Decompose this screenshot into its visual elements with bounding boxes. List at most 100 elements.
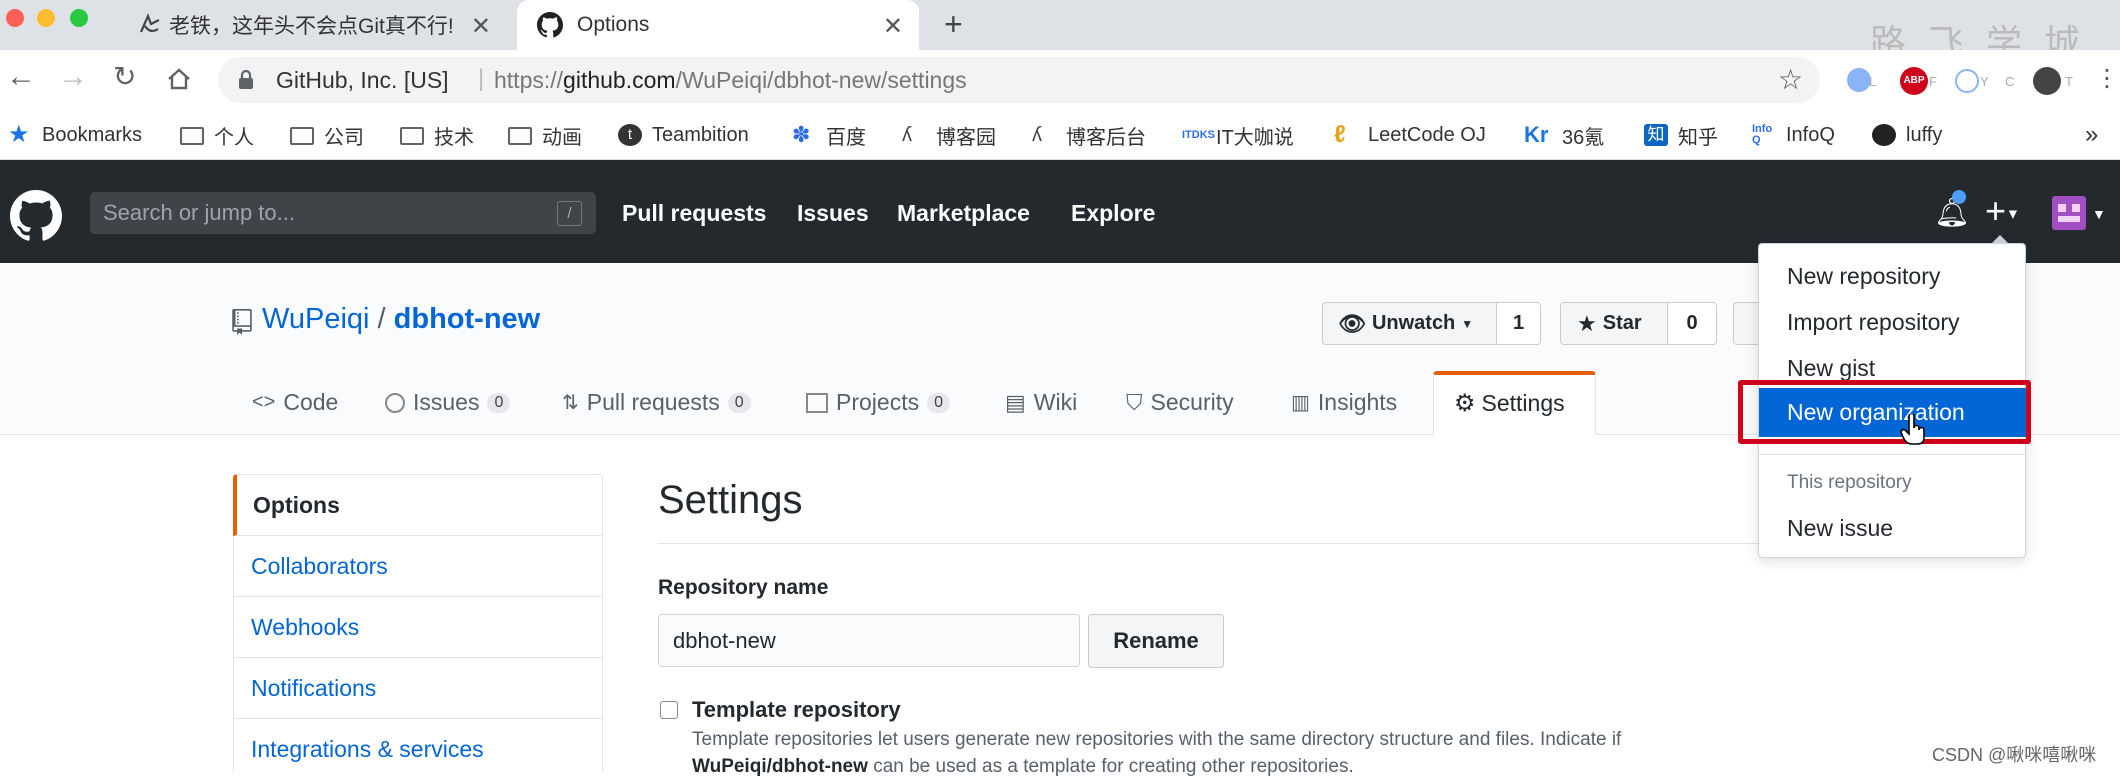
bookmark-item[interactable]: t Teambition bbox=[618, 110, 749, 160]
reload-icon[interactable]: ↻ bbox=[113, 62, 136, 92]
search-shortcut-hint: / bbox=[557, 201, 582, 226]
unwatch-button[interactable]: 👁︎ Unwatch ▼ bbox=[1322, 302, 1497, 345]
bookmark-folder[interactable]: 个人 bbox=[180, 110, 254, 160]
tab-code[interactable]: <> Code bbox=[252, 389, 338, 416]
baidu-paw-icon: ✽ bbox=[792, 122, 811, 147]
nav-issues[interactable]: Issues bbox=[797, 200, 869, 227]
menu-new-issue[interactable]: New issue bbox=[1787, 515, 1893, 542]
bookmark-item[interactable]: 知知乎 bbox=[1644, 110, 1718, 160]
close-window-icon[interactable] bbox=[6, 9, 24, 27]
bookmark-item[interactable]: ★ Bookmarks bbox=[8, 110, 142, 160]
home-icon[interactable] bbox=[166, 66, 192, 92]
issue-icon bbox=[385, 392, 405, 413]
star-count[interactable]: 0 bbox=[1667, 302, 1717, 345]
github-icon bbox=[537, 12, 563, 38]
tab-pull-requests[interactable]: ⇅ Pull requests 0 bbox=[562, 389, 751, 416]
tab-wiki[interactable]: ▤ Wiki bbox=[1005, 389, 1077, 416]
nav-explore[interactable]: Explore bbox=[1071, 200, 1155, 227]
maximize-window-icon[interactable] bbox=[70, 9, 88, 27]
bookmark-item[interactable]: Info Q InfoQ bbox=[1752, 110, 1835, 160]
highlight-box bbox=[1738, 380, 2031, 444]
bookmarks-overflow[interactable]: » bbox=[2085, 110, 2098, 160]
template-label: Template repository bbox=[692, 697, 901, 722]
chevron-down-icon: ▼ bbox=[2006, 205, 2020, 222]
extension-icon[interactable] bbox=[1955, 69, 1979, 93]
tab-close-icon[interactable]: ✕ bbox=[471, 12, 491, 41]
cnblogs-icon: ʎ bbox=[1032, 124, 1042, 146]
forward-icon[interactable]: → bbox=[58, 62, 88, 92]
nav-pull-requests[interactable]: Pull requests bbox=[622, 200, 766, 227]
menu-new-repository[interactable]: New repository bbox=[1787, 263, 1940, 290]
tab-projects[interactable]: Projects 0 bbox=[806, 389, 950, 416]
bookmark-item[interactable]: ʎ 博客后台 bbox=[1032, 110, 1146, 160]
new-tab-icon[interactable]: + bbox=[944, 6, 963, 43]
repo-name-label: Repository name bbox=[658, 576, 829, 599]
bookmark-item[interactable]: ITDKS IT大咖说 bbox=[1182, 110, 1294, 160]
tab-insights[interactable]: ▥ Insights bbox=[1291, 389, 1397, 416]
code-icon: <> bbox=[252, 391, 276, 413]
side-menu-collaborators[interactable]: Collaborators bbox=[233, 536, 603, 597]
rename-button[interactable]: Rename bbox=[1088, 614, 1224, 668]
tab-issues[interactable]: Issues 0 bbox=[385, 389, 511, 416]
tab-settings[interactable]: ⚙ Settings bbox=[1433, 371, 1596, 435]
side-menu-webhooks[interactable]: Webhooks bbox=[233, 597, 603, 658]
bookmark-item[interactable]: luffy bbox=[1872, 110, 1942, 160]
eye-icon: 👁︎ bbox=[1338, 310, 1366, 336]
bookmark-folder[interactable]: 动画 bbox=[508, 110, 582, 160]
chrome-menu-icon[interactable]: ⋮ bbox=[2095, 64, 2119, 93]
github-logo-icon[interactable] bbox=[10, 190, 62, 242]
chevron-down-icon: ▼ bbox=[1461, 316, 1474, 331]
bookmark-folder[interactable]: 技术 bbox=[400, 110, 474, 160]
minimize-window-icon[interactable] bbox=[37, 9, 55, 27]
folder-icon bbox=[400, 127, 424, 145]
url-divider: | bbox=[478, 65, 485, 92]
bookmark-item[interactable]: Kr 36氪 bbox=[1524, 110, 1604, 160]
template-checkbox[interactable] bbox=[660, 701, 678, 719]
adblock-icon[interactable]: ABP bbox=[1900, 67, 1928, 95]
bookmarks-bar: ★ Bookmarks 个人 公司 技术 动画 t Teambition ✽ 百度 ʎ… bbox=[0, 110, 2120, 160]
infoq-icon: Info Q bbox=[1752, 123, 1773, 146]
folder-icon bbox=[290, 127, 314, 145]
avatar[interactable] bbox=[2052, 196, 2086, 230]
search-input[interactable]: Search or jump to... / bbox=[90, 192, 596, 234]
tab-title: Options bbox=[577, 13, 650, 36]
create-new-plus-icon[interactable]: +▼ bbox=[1985, 190, 2020, 232]
nav-marketplace[interactable]: Marketplace bbox=[897, 200, 1030, 227]
menu-import-repository[interactable]: Import repository bbox=[1787, 309, 1960, 336]
tab-close-icon[interactable]: ✕ bbox=[883, 12, 903, 41]
repo-owner-link[interactable]: WuPeiqi bbox=[262, 303, 369, 335]
36kr-icon: Kr bbox=[1524, 122, 1549, 147]
star-button[interactable]: ★ Star bbox=[1560, 302, 1668, 345]
side-menu-options[interactable]: Options bbox=[233, 474, 603, 536]
tab-security[interactable]: ⛉ Security bbox=[1126, 389, 1234, 416]
divider bbox=[658, 543, 1758, 544]
pull-request-icon: ⇅ bbox=[562, 392, 579, 414]
back-icon[interactable]: ← bbox=[6, 62, 36, 92]
bookmark-folder[interactable]: 公司 bbox=[290, 110, 364, 160]
cnblogs-icon: ʎ bbox=[902, 124, 912, 146]
address-bar[interactable]: GitHub, Inc. [US] | https://github.com/W… bbox=[218, 57, 1820, 103]
menu-new-gist[interactable]: New gist bbox=[1787, 355, 1875, 382]
browser-tab-active[interactable]: Options ✕ bbox=[517, 0, 919, 50]
bookmark-star-icon[interactable]: ☆ bbox=[1778, 63, 1803, 96]
bookmark-item[interactable]: ✽ 百度 bbox=[792, 110, 866, 160]
extension-icon[interactable] bbox=[1847, 68, 1871, 92]
template-description: Template repositories let users generate… bbox=[692, 729, 1622, 750]
side-menu-integrations[interactable]: Integrations & services bbox=[233, 719, 603, 772]
hand-cursor-icon bbox=[1900, 414, 1925, 445]
star-icon: ★ bbox=[1577, 310, 1597, 336]
itdks-icon: ITDKS bbox=[1182, 129, 1215, 141]
project-icon bbox=[806, 392, 828, 413]
bookmark-item[interactable]: ʎ 博客园 bbox=[902, 110, 996, 160]
repo-name-input[interactable] bbox=[658, 614, 1080, 667]
side-menu-notifications[interactable]: Notifications bbox=[233, 658, 603, 719]
browser-tab-inactive[interactable]: 老铁，这年头不会点Git真不行! ✕ bbox=[137, 0, 505, 50]
profile-avatar-icon[interactable] bbox=[2033, 67, 2061, 95]
bookmark-item[interactable]: ℓ LeetCode OJ bbox=[1334, 110, 1486, 160]
repo-title: WuPeiqi / dbhot-new bbox=[262, 303, 541, 335]
chevron-down-icon[interactable]: ▼ bbox=[2092, 206, 2106, 222]
watch-count[interactable]: 1 bbox=[1496, 302, 1541, 345]
repo-name-link[interactable]: dbhot-new bbox=[394, 303, 541, 335]
menu-section-header: This repository bbox=[1787, 472, 1912, 493]
star-icon: ★ bbox=[8, 121, 30, 148]
